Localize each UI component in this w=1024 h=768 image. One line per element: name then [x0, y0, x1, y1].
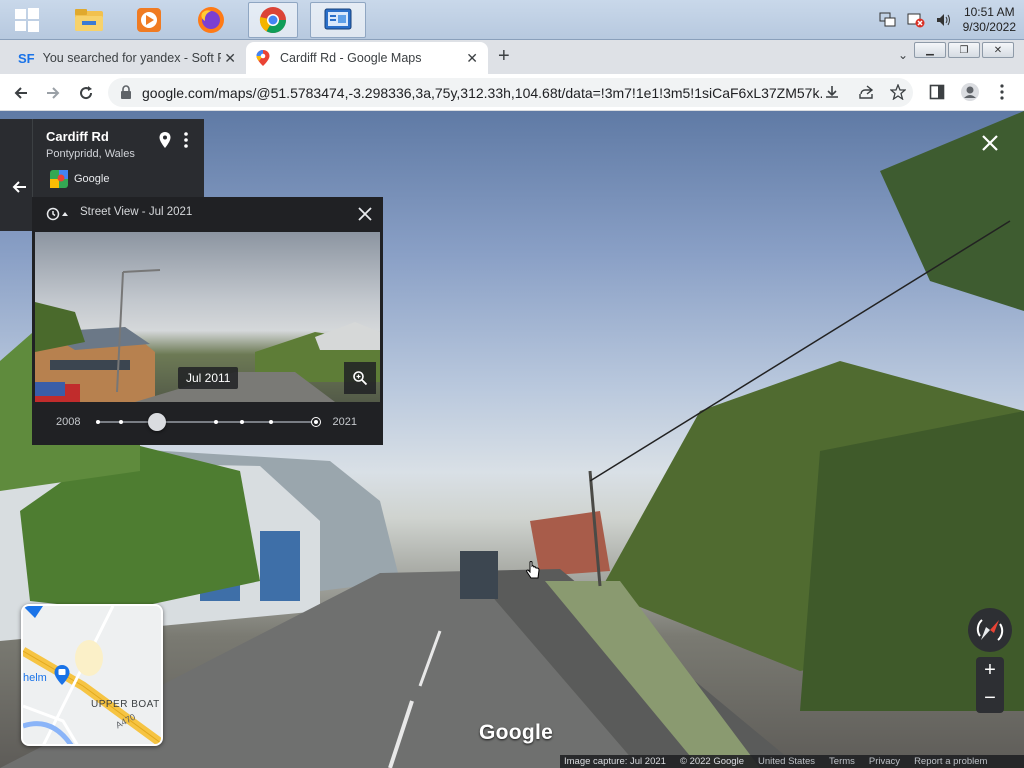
tab-favicon-sf: SF — [18, 50, 35, 66]
magnify-icon — [353, 371, 368, 386]
tab-search-chevron-icon[interactable]: ⌄ — [898, 48, 908, 62]
imagery-source-label: Google — [74, 173, 110, 185]
more-options-icon[interactable] — [183, 131, 189, 149]
place-subtitle: Pontypridd, Wales — [46, 148, 135, 160]
media-player-button[interactable] — [124, 2, 174, 38]
media-player-icon — [137, 8, 161, 32]
map-place-label: helm — [23, 672, 47, 684]
security-alert-icon[interactable] — [907, 12, 925, 28]
street-view-date-label: Street View - Jul 2021 — [80, 206, 193, 218]
timeline-start-year: 2008 — [56, 416, 81, 428]
timeline-tick[interactable] — [96, 420, 100, 424]
control-panel-icon — [324, 8, 352, 30]
chrome-icon — [259, 7, 287, 34]
selected-date-chip: Jul 2011 — [178, 367, 239, 389]
arrow-left-icon — [14, 87, 27, 99]
share-icon[interactable] — [858, 84, 874, 100]
copyright-text: © 2022 Google — [679, 756, 744, 767]
timeline-tick[interactable] — [240, 420, 244, 424]
close-street-view-icon[interactable] — [980, 133, 1000, 153]
google-watermark: Google — [479, 721, 554, 744]
control-panel-button[interactable] — [310, 2, 366, 38]
windows-start-button[interactable] — [2, 2, 52, 38]
network-icon[interactable] — [879, 12, 897, 28]
profile-avatar-icon[interactable] — [960, 82, 980, 102]
file-explorer-button[interactable] — [64, 2, 114, 38]
close-window-button[interactable]: ✕ — [982, 42, 1014, 58]
tab-title: You searched for yandex - Soft Fa — [42, 51, 221, 65]
tab-close-icon[interactable]: ✕ — [466, 50, 478, 67]
restore-button[interactable]: ❐ — [948, 42, 980, 58]
bookmark-star-icon[interactable] — [890, 84, 906, 100]
new-tab-button[interactable]: + — [498, 46, 510, 66]
window-controls: ▁ ❐ ✕ — [914, 42, 1014, 58]
terms-link[interactable]: Terms — [829, 756, 855, 767]
windows-taskbar: 10:51 AM 9/30/2022 — [0, 0, 1024, 40]
place-title: Cardiff Rd — [46, 129, 109, 144]
tab-title: Cardiff Rd - Google Maps — [280, 51, 422, 65]
tab-soft-fa[interactable]: SF You searched for yandex - Soft Fa ✕ — [8, 42, 246, 74]
timeline-tick[interactable] — [312, 418, 320, 426]
tab-google-maps[interactable]: Cardiff Rd - Google Maps ✕ — [246, 42, 488, 74]
timeline-end-year: 2021 — [332, 416, 357, 428]
time-travel-panel: Street View - Jul 2021 Jul 2011 2008 202… — [32, 197, 383, 445]
reload-button[interactable] — [73, 80, 99, 106]
hand-cursor-icon — [526, 561, 540, 579]
zoom-in-button[interactable]: + — [976, 657, 1004, 685]
back-button[interactable] — [8, 80, 34, 106]
install-app-icon[interactable] — [824, 84, 840, 100]
volume-icon[interactable] — [935, 12, 953, 28]
history-clock-icon[interactable] — [46, 207, 68, 221]
timeline-tick[interactable] — [119, 420, 123, 424]
side-panel-icon[interactable] — [929, 84, 945, 100]
historical-imagery-preview[interactable]: Jul 2011 — [35, 232, 380, 402]
report-problem-link[interactable]: Report a problem — [914, 756, 987, 767]
zoom-preview-button[interactable] — [344, 362, 376, 394]
zoom-controls: + − — [976, 657, 1004, 713]
browser-menu-icon[interactable] — [999, 84, 1005, 100]
region-link[interactable]: United States — [758, 756, 815, 767]
lock-icon[interactable] — [120, 85, 132, 99]
minimap[interactable]: helm UPPER BOAT A470 — [21, 604, 163, 746]
image-capture-date: Image capture: Jul 2021 — [564, 756, 666, 767]
privacy-link[interactable]: Privacy — [869, 756, 900, 767]
clock-time: 10:51 AM — [963, 5, 1015, 19]
clock-date: 9/30/2022 — [962, 20, 1016, 34]
timeline-slider-track[interactable] — [98, 421, 316, 423]
maps-footer: Image capture: Jul 2021 © 2022 Google Un… — [560, 755, 1024, 768]
url-text: google.com/maps/@51.5783474,-3.298336,3a… — [142, 84, 822, 101]
zoom-out-button[interactable]: − — [976, 685, 1004, 713]
minimize-button[interactable]: ▁ — [914, 42, 946, 58]
street-view-panorama[interactable]: Cardiff Rd Pontypridd, Wales Google Stre… — [0, 111, 1024, 768]
google-maps-logo-icon — [50, 170, 68, 188]
taskbar-clock[interactable]: 10:51 AM 9/30/2022 — [963, 5, 1016, 35]
timeline-tick[interactable] — [269, 420, 273, 424]
compass-icon — [976, 619, 1004, 641]
browser-tab-strip: SF You searched for yandex - Soft Fa ✕ C… — [0, 40, 1024, 74]
windows-start-icon — [15, 8, 39, 32]
location-pin-icon — [54, 665, 70, 685]
back-arrow-icon[interactable] — [10, 177, 30, 197]
tab-close-icon[interactable]: ✕ — [224, 50, 236, 67]
timeline-tick[interactable] — [214, 420, 218, 424]
file-explorer-icon — [75, 9, 103, 31]
map-place-label-upper-boat: UPPER BOAT — [91, 699, 160, 710]
timeline-slider-handle[interactable] — [148, 413, 166, 431]
arrow-right-icon — [47, 87, 60, 99]
google-maps-favicon — [256, 50, 270, 66]
chrome-button[interactable] — [248, 2, 298, 38]
browser-toolbar: google.com/maps/@51.5783474,-3.298336,3a… — [0, 74, 1024, 111]
compass-button[interactable] — [968, 608, 1012, 652]
reload-icon — [80, 86, 93, 100]
firefox-icon — [198, 7, 224, 33]
forward-button[interactable] — [40, 80, 66, 106]
system-tray: 10:51 AM 9/30/2022 — [879, 4, 1016, 36]
close-icon[interactable] — [357, 206, 373, 222]
address-bar[interactable]: google.com/maps/@51.5783474,-3.298336,3a… — [108, 78, 913, 107]
map-pin-icon[interactable] — [158, 131, 172, 149]
firefox-button[interactable] — [186, 2, 236, 38]
